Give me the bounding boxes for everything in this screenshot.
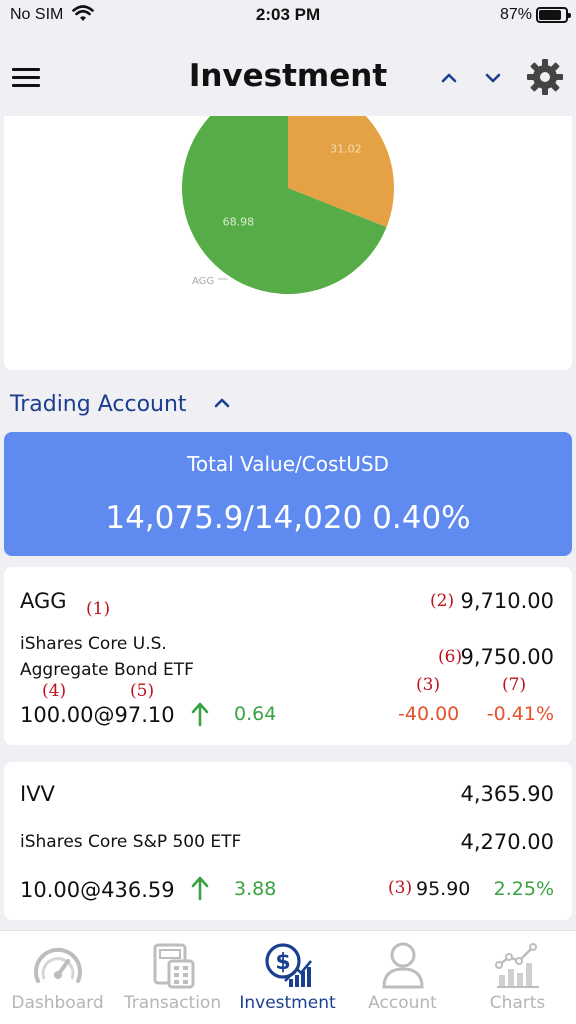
chevron-up-icon bbox=[213, 395, 231, 414]
status-bar: No SIM 2:03 PM 87% bbox=[0, 0, 576, 30]
holding-name: iShares Core S&P 500 ETF bbox=[20, 832, 242, 852]
holding-position: 10.00@436.59 bbox=[20, 878, 175, 902]
holding-symbol: IVV bbox=[20, 782, 55, 806]
tab-charts[interactable]: Charts bbox=[460, 931, 575, 1024]
annotation-5: (5) bbox=[130, 681, 155, 701]
holding-name-line2: Aggregate Bond ETF bbox=[20, 660, 194, 680]
arrow-up-icon bbox=[190, 875, 210, 905]
speedometer-icon bbox=[32, 941, 84, 991]
holding-name-line1: iShares Core U.S. bbox=[20, 634, 167, 654]
pie-data-label: 68.98 bbox=[223, 216, 255, 229]
tab-label: Investment bbox=[239, 993, 336, 1013]
annotation-3: (3) bbox=[416, 675, 441, 695]
battery-percent: 87% bbox=[499, 6, 532, 23]
holding-cost: 9,750.00 bbox=[460, 645, 554, 669]
pie-outer-label: AGG bbox=[192, 276, 214, 287]
chevron-up-icon[interactable] bbox=[437, 68, 461, 88]
chevron-down-icon[interactable] bbox=[481, 68, 505, 88]
holding-card-ivv[interactable]: IVV 4,365.90 iShares Core S&P 500 ETF 4,… bbox=[4, 762, 572, 920]
tab-dashboard[interactable]: Dashboard bbox=[0, 931, 115, 1024]
holding-market-value: 9,710.00 bbox=[460, 589, 554, 613]
tab-investment[interactable]: $ Investment bbox=[230, 931, 345, 1024]
holding-change: 0.64 bbox=[234, 703, 277, 725]
nav-header: Investment bbox=[0, 30, 576, 116]
annotation-1: (1) bbox=[86, 599, 111, 619]
clock: 2:03 PM bbox=[255, 5, 321, 24]
tab-transaction[interactable]: Transaction bbox=[115, 931, 230, 1024]
tab-label: Transaction bbox=[123, 993, 222, 1013]
holding-pnl: 95.90 bbox=[416, 878, 471, 900]
holding-position: 100.00@97.10 bbox=[20, 703, 175, 727]
annotation-6: (6) bbox=[438, 647, 463, 667]
gear-icon[interactable] bbox=[526, 58, 564, 96]
bar-chart-icon bbox=[494, 941, 541, 993]
svg-text:$: $ bbox=[275, 950, 290, 975]
holding-pnl: -40.00 bbox=[398, 703, 460, 725]
holding-pnl-percent: 2.25% bbox=[493, 878, 554, 900]
holding-cost: 4,270.00 bbox=[460, 830, 554, 854]
trading-account-section-toggle[interactable]: Trading Account bbox=[10, 388, 231, 420]
tab-label: Account bbox=[368, 993, 437, 1013]
annotation-3: (3) bbox=[388, 878, 413, 898]
total-value-summary: Total Value/CostUSD 14,075.9/14,020 0.40… bbox=[4, 432, 572, 556]
dollar-growth-icon: $ bbox=[263, 941, 313, 993]
holding-card-agg[interactable]: AGG (1) (2) 9,710.00 iShares Core U.S. A… bbox=[4, 567, 572, 745]
holding-symbol: AGG bbox=[20, 589, 67, 613]
holding-market-value: 4,365.90 bbox=[460, 782, 554, 806]
arrow-up-icon bbox=[190, 701, 210, 731]
tab-label: Dashboard bbox=[11, 993, 104, 1013]
battery-icon bbox=[536, 7, 571, 23]
allocation-chart-card: 31.02 68.98 AGG bbox=[4, 116, 572, 370]
pie-data-label: 31.02 bbox=[330, 143, 362, 156]
holding-change: 3.88 bbox=[234, 878, 277, 900]
holding-pnl-percent: -0.41% bbox=[486, 703, 554, 725]
section-title: Trading Account bbox=[10, 391, 187, 417]
annotation-7: (7) bbox=[502, 675, 527, 695]
summary-label: Total Value/CostUSD bbox=[187, 452, 389, 476]
calculator-icon bbox=[149, 941, 197, 993]
pie-chart: 31.02 68.98 AGG bbox=[182, 116, 394, 294]
person-icon bbox=[380, 941, 426, 993]
tab-bar: Dashboard Transaction $ Investment Accou… bbox=[0, 930, 576, 1024]
tab-label: Charts bbox=[489, 993, 546, 1013]
tab-account[interactable]: Account bbox=[345, 931, 460, 1024]
annotation-4: (4) bbox=[42, 681, 67, 701]
annotation-2: (2) bbox=[430, 591, 455, 611]
summary-value: 14,075.9/14,020 0.40% bbox=[105, 500, 471, 536]
